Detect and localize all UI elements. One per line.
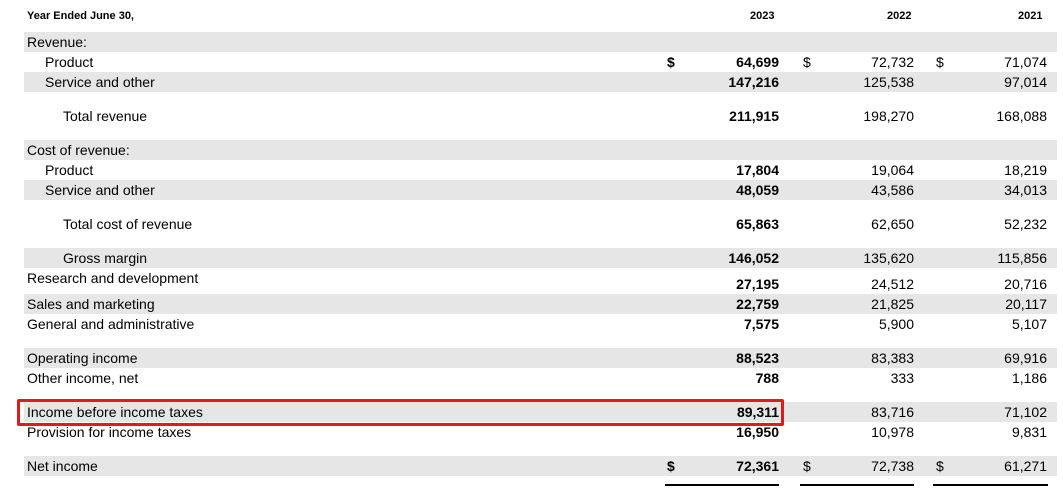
value-2023: 17,804 xyxy=(736,162,779,178)
total-underline xyxy=(933,484,1048,486)
value-2023: 88,523 xyxy=(736,350,779,366)
value-2021: 69,916 xyxy=(1004,350,1047,366)
row-label: Service and other xyxy=(45,182,155,198)
value-2021: 71,074 xyxy=(1004,54,1047,70)
value-2023: 72,361 xyxy=(736,458,779,474)
currency-symbol: $ xyxy=(667,458,675,474)
row-label: Net income xyxy=(27,458,98,474)
row-label: Provision for income taxes xyxy=(27,424,192,440)
value-2021: 61,271 xyxy=(1004,458,1047,474)
value-2021: 71,102 xyxy=(1004,404,1047,420)
header-label: Year Ended June 30, xyxy=(27,10,134,22)
currency-symbol: $ xyxy=(936,458,944,474)
value-2022: 24,512 xyxy=(871,276,914,292)
row-label: Other income, net xyxy=(27,370,139,386)
row-label: General and administrative xyxy=(27,316,195,332)
currency-symbol: $ xyxy=(936,54,944,70)
row-label: Gross margin xyxy=(63,250,148,266)
value-2021: 1,186 xyxy=(1011,370,1047,386)
year-2021: 2021 xyxy=(1018,10,1043,22)
value-2023: 65,863 xyxy=(736,216,779,232)
currency-symbol: $ xyxy=(803,54,811,70)
row-label: Operating income xyxy=(27,350,138,366)
value-2022: 83,716 xyxy=(871,404,914,420)
value-2023: 7,575 xyxy=(743,316,779,332)
row-label: Revenue: xyxy=(27,34,87,50)
year-2023: 2023 xyxy=(750,10,775,22)
value-2023: 211,915 xyxy=(729,108,779,124)
value-2021: 20,716 xyxy=(1004,276,1047,292)
row-label: Cost of revenue: xyxy=(27,142,130,158)
value-2022: 10,978 xyxy=(871,424,914,440)
value-2021: 5,107 xyxy=(1011,316,1047,332)
value-2023: 16,950 xyxy=(736,424,779,440)
row-label: Research and development xyxy=(27,270,199,286)
row-label: Service and other xyxy=(45,74,155,90)
value-2023: 146,052 xyxy=(728,250,779,266)
row-label: Total cost of revenue xyxy=(63,216,193,232)
value-2022: 83,383 xyxy=(871,350,914,366)
value-2022: 333 xyxy=(890,370,914,386)
highlight-box xyxy=(17,399,784,426)
value-2021: 18,219 xyxy=(1004,162,1047,178)
value-2022: 5,900 xyxy=(878,316,914,332)
value-2022: 62,650 xyxy=(871,216,914,232)
value-2022: 135,620 xyxy=(863,250,914,266)
value-2022: 198,270 xyxy=(863,108,914,124)
row-label: Total revenue xyxy=(63,108,148,124)
value-2022: 72,738 xyxy=(871,458,914,474)
value-2022: 19,064 xyxy=(871,162,914,178)
provision-row-clip: Provision for income taxes 16,950 10,978… xyxy=(0,424,1063,444)
year-2022: 2022 xyxy=(887,10,912,22)
value-2022: 72,732 xyxy=(871,54,914,70)
value-2021: 34,013 xyxy=(1004,182,1047,198)
row-label: Sales and marketing xyxy=(27,296,155,312)
total-underline xyxy=(665,484,779,486)
currency-symbol: $ xyxy=(667,54,675,70)
total-underline xyxy=(800,484,914,486)
value-2023: 48,059 xyxy=(736,182,779,198)
value-2021: 168,088 xyxy=(996,108,1047,124)
row-label: Product xyxy=(45,54,94,70)
row-band xyxy=(24,140,1057,160)
value-2023: 788 xyxy=(755,370,779,386)
value-2023: 147,216 xyxy=(728,74,779,90)
value-2023: 64,699 xyxy=(736,54,779,70)
value-2021: 97,014 xyxy=(1004,74,1047,90)
row-band xyxy=(24,32,1057,52)
value-2023: 27,195 xyxy=(736,276,779,292)
value-2021: 9,831 xyxy=(1011,424,1047,440)
value-2022: 21,825 xyxy=(871,296,914,312)
value-2021: 52,232 xyxy=(1004,216,1047,232)
value-2021: 115,856 xyxy=(997,250,1047,266)
currency-symbol: $ xyxy=(803,458,811,474)
value-2022: 125,538 xyxy=(863,74,914,90)
value-2023: 22,759 xyxy=(736,296,779,312)
value-2021: 20,117 xyxy=(1005,296,1047,312)
row-label: Product xyxy=(45,162,94,178)
value-2022: 43,586 xyxy=(871,182,914,198)
